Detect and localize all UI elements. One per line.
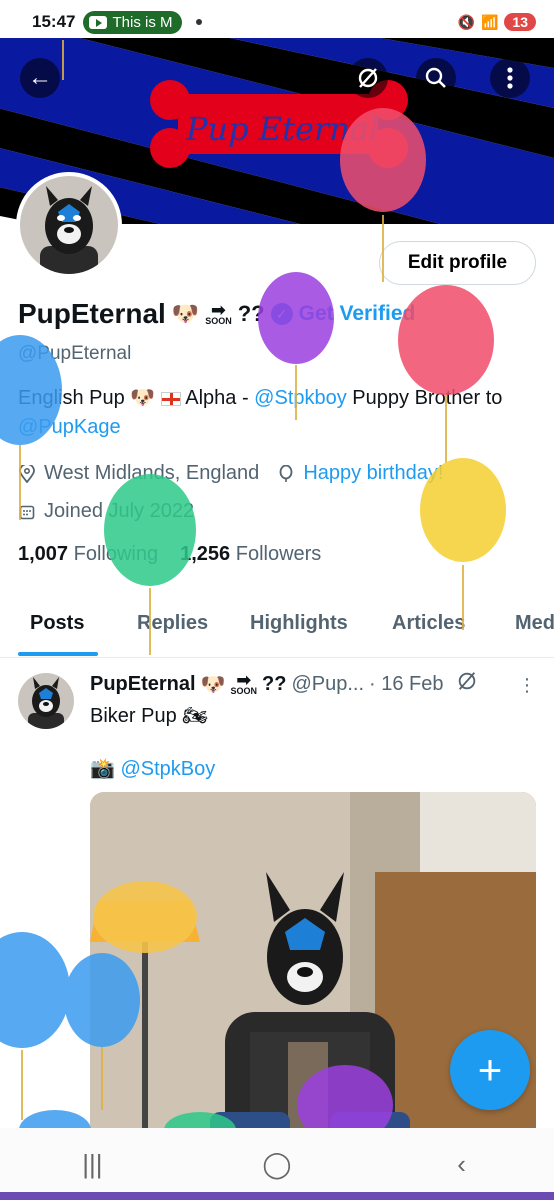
tab-media[interactable]: Media: [515, 612, 554, 635]
battery-indicator: 13: [504, 13, 536, 31]
profile-avatar[interactable]: [16, 172, 122, 278]
post-author-name[interactable]: PupEternal: [90, 673, 196, 696]
system-back-button[interactable]: ‹: [422, 1149, 502, 1180]
following-label: Following: [73, 543, 159, 565]
bottom-edge-strip: [0, 1192, 554, 1200]
bio-text: Alpha -: [185, 387, 255, 409]
followers-count: 1,256: [180, 543, 231, 565]
profile-location: West Midlands, England: [44, 462, 260, 484]
dog-face-emoji-icon: 🐶: [130, 387, 156, 409]
tab-posts[interactable]: Posts: [30, 612, 84, 635]
grok-icon[interactable]: [456, 670, 478, 698]
post-header: PupEternal 🐶 ➡ SOON ?? @Pup... · 16 Feb: [90, 670, 478, 698]
get-verified-link[interactable]: Get Verified: [299, 302, 416, 326]
profile-tabs: Posts Replies Highlights Articles Media: [0, 600, 554, 658]
post-credit: 📸 @StpkBoy: [90, 756, 215, 781]
edit-profile-button[interactable]: Edit profile: [379, 241, 536, 285]
post-author-suffix: ??: [262, 672, 287, 695]
soon-arrow-emoji-icon: ➡ SOON: [230, 669, 257, 696]
dog-face-emoji-icon: 🐶: [200, 673, 226, 696]
bio-mention-pupkage[interactable]: @PupKage: [18, 416, 121, 438]
tab-highlights[interactable]: Highlights: [250, 612, 348, 635]
profile-joined-date: Joined July 2022: [44, 500, 195, 522]
post-date[interactable]: · 16 Feb: [369, 673, 443, 696]
name-suffix: ??: [237, 301, 265, 326]
post-author-avatar[interactable]: [18, 673, 74, 729]
display-name: PupEternal: [18, 298, 166, 329]
followers-link[interactable]: 1,256 Followers: [180, 543, 321, 566]
tab-articles[interactable]: Articles: [392, 612, 465, 635]
mute-icon: 🔇: [457, 13, 475, 30]
system-navigation-bar: ||| ◯ ‹: [0, 1128, 554, 1200]
search-button[interactable]: [416, 58, 456, 98]
wifi-icon: 📶: [480, 13, 499, 30]
profile-handle: @PupEternal: [18, 343, 132, 364]
more-button[interactable]: [490, 58, 530, 98]
verified-badge-icon: ✓: [270, 303, 293, 325]
tab-replies[interactable]: Replies: [137, 612, 208, 635]
balloon-icon: [277, 464, 295, 483]
bio-text: Puppy Brother to: [346, 387, 503, 409]
youtube-icon: [89, 15, 108, 29]
banner-logo-text: Pup Eternal: [186, 110, 380, 148]
following-count: 1,007: [18, 543, 69, 565]
camera-emoji-icon: 📸: [90, 758, 115, 780]
pup-hood-avatar-image: [20, 176, 118, 274]
status-icons: 🔇 📶 13: [458, 13, 536, 31]
profile-name-row: PupEternal 🐶 ➡ SOON ?? ✓ Get Verified: [18, 298, 415, 330]
post-text: Biker Pup 🏍: [90, 703, 208, 728]
home-button[interactable]: ◯: [237, 1149, 317, 1180]
post-more-button[interactable]: ⋮: [518, 675, 536, 696]
recent-apps-button[interactable]: |||: [52, 1149, 132, 1180]
bio-text: English Pup: [18, 387, 125, 409]
status-time: 15:47: [32, 12, 76, 31]
calendar-icon: [18, 503, 36, 521]
youtube-notification-chip[interactable]: This is M: [83, 10, 183, 34]
search-icon: [425, 67, 446, 88]
birthday-link[interactable]: Happy birthday!: [303, 462, 443, 485]
notification-dot-icon: [196, 19, 203, 25]
dog-face-emoji-icon: 🐶: [171, 301, 200, 326]
active-tab-indicator: [18, 652, 98, 656]
soon-arrow-emoji-icon: ➡ SOON: [205, 299, 232, 326]
pup-hood-avatar-image: [18, 673, 74, 729]
england-flag-icon: [160, 391, 181, 406]
profile-joined-row: Joined July 2022: [18, 500, 194, 523]
location-pin-icon: [18, 464, 36, 483]
back-button[interactable]: ←: [20, 58, 60, 98]
followers-label: Followers: [235, 543, 322, 565]
post-mention-stpkboy[interactable]: @StpkBoy: [120, 758, 215, 780]
follow-stats: 1,007 Following 1,256 Followers: [18, 543, 321, 566]
grok-button[interactable]: [348, 58, 388, 98]
compose-post-button[interactable]: +: [450, 1030, 530, 1110]
profile-meta-row: West Midlands, England Happy birthday!: [18, 462, 443, 485]
grok-icon: [358, 68, 378, 88]
bio-mention-stpkboy[interactable]: @Stpkboy: [254, 387, 347, 409]
following-link[interactable]: 1,007 Following: [18, 543, 158, 566]
profile-bio: English Pup 🐶 Alpha - @Stpkboy Puppy Bro…: [18, 384, 538, 442]
post-body: Biker Pup: [90, 705, 177, 727]
motorcycle-emoji-icon: 🏍: [182, 705, 208, 727]
more-vertical-icon: [507, 67, 513, 89]
post-author-handle[interactable]: @Pup...: [291, 673, 364, 696]
notification-chip-label: This is M: [112, 13, 173, 31]
